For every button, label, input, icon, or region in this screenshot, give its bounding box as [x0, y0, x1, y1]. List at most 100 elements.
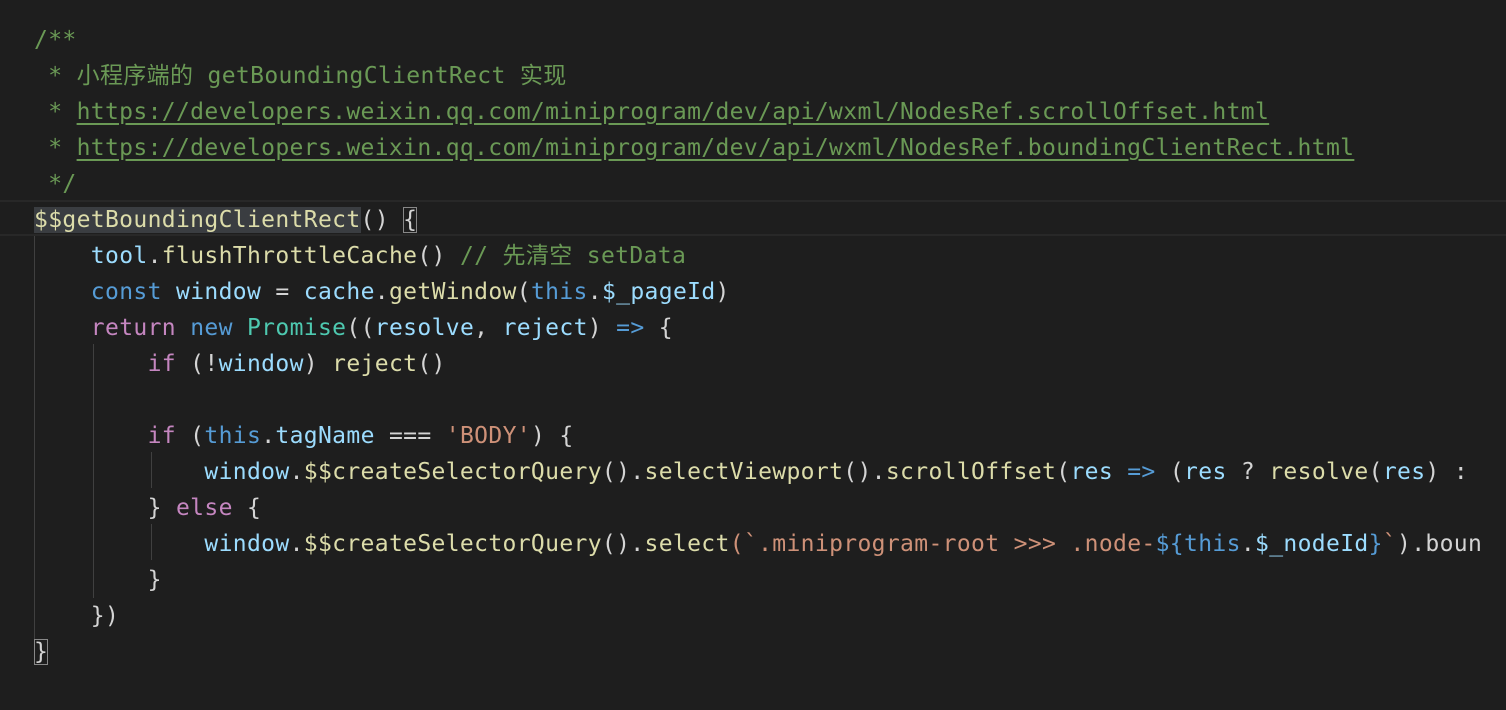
code-token: {: [403, 207, 418, 233]
code-line[interactable]: }: [34, 634, 49, 670]
code-token: res: [1070, 459, 1114, 485]
code-token: this: [530, 279, 588, 305]
code-token: reject: [332, 351, 418, 377]
code-token: *: [34, 99, 77, 125]
code-line[interactable]: window.$$createSelectorQuery().selectVie…: [34, 454, 1482, 490]
code-token: (): [360, 207, 404, 233]
code-token: scrollOffset: [885, 459, 1057, 485]
code-token: (: [1155, 459, 1185, 485]
code-token: this: [204, 423, 262, 449]
code-token: new: [190, 315, 233, 341]
code-editor[interactable]: /** * 小程序端的 getBoundingClientRect 实现 * h…: [0, 0, 1506, 710]
code-token: (: [1368, 459, 1383, 485]
code-token: window: [176, 279, 262, 305]
code-token: $_pageId: [601, 279, 716, 305]
code-token: }: [34, 639, 49, 665]
code-token: /**: [34, 27, 77, 53]
code-token: (`.miniprogram-root >>> .node-: [729, 531, 1156, 557]
code-token: if: [147, 351, 176, 377]
code-token: .: [289, 531, 304, 557]
code-line[interactable]: tool.flushThrottleCache() // 先清空 setData: [34, 238, 686, 274]
code-token: }: [147, 567, 162, 593]
code-token: getWindow: [388, 279, 517, 305]
code-token: */: [34, 171, 77, 197]
code-token: (): [417, 243, 460, 269]
code-token: ): [715, 279, 730, 305]
code-token: }: [1368, 531, 1383, 557]
code-line[interactable]: * https://developers.weixin.qq.com/minip…: [34, 130, 1354, 166]
code-token: 'BODY': [445, 423, 531, 449]
code-line[interactable]: window.$$createSelectorQuery().select(`.…: [34, 526, 1482, 562]
code-token: .: [374, 279, 389, 305]
code-token: ().: [601, 531, 645, 557]
code-token: tagName: [275, 423, 375, 449]
code-token: flushThrottleCache: [161, 243, 418, 269]
code-token: .: [261, 423, 276, 449]
code-token: tool: [90, 243, 148, 269]
code-token: }: [147, 495, 162, 521]
code-token: `: [1382, 531, 1397, 557]
code-token: .: [1240, 531, 1256, 557]
code-token: window: [218, 351, 304, 377]
code-token: cache: [303, 279, 375, 305]
code-token: ().: [601, 459, 645, 485]
code-token: .: [147, 243, 162, 269]
code-token: res: [1184, 459, 1227, 485]
code-line[interactable]: }: [34, 562, 162, 598]
code-line[interactable]: * 小程序端的 getBoundingClientRect 实现: [34, 58, 567, 94]
code-token: return: [90, 315, 176, 341]
code-token: selectViewport: [644, 459, 844, 485]
code-line[interactable]: /**: [34, 22, 77, 58]
code-token: (: [1056, 459, 1071, 485]
code-token: {: [232, 495, 262, 521]
code-token: window: [204, 459, 290, 485]
code-token: const: [90, 279, 162, 305]
code-token: ) :: [1425, 459, 1483, 485]
code-token: reject: [502, 315, 588, 341]
code-token: (): [417, 351, 446, 377]
code-line[interactable]: const window = cache.getWindow(this.$_pa…: [34, 274, 730, 310]
code-token: }): [90, 603, 120, 629]
code-token: else: [175, 495, 233, 521]
code-line[interactable]: $$getBoundingClientRect() {: [34, 202, 418, 238]
code-token: res: [1382, 459, 1426, 485]
code-link[interactable]: https://developers.weixin.qq.com/minipro…: [77, 135, 1355, 161]
code-token: ): [587, 315, 617, 341]
code-token: $$getBoundingClientRect: [34, 207, 361, 233]
code-token: ${: [1155, 531, 1185, 557]
code-token: (: [516, 279, 531, 305]
code-token: ).boun: [1397, 531, 1483, 557]
code-line[interactable]: if (this.tagName === 'BODY') {: [34, 418, 574, 454]
code-line[interactable]: */: [34, 166, 77, 202]
code-link[interactable]: https://developers.weixin.qq.com/minipro…: [77, 99, 1270, 125]
code-line[interactable]: }): [34, 598, 119, 634]
code-token: ) {: [530, 423, 574, 449]
code-token: *: [34, 135, 77, 161]
code-line[interactable]: return new Promise((resolve, reject) => …: [34, 310, 673, 346]
code-line[interactable]: } else {: [34, 490, 261, 526]
code-token: if: [147, 423, 176, 449]
code-token: $$createSelectorQuery: [303, 531, 602, 557]
code-token: ().: [843, 459, 886, 485]
code-token: * 小程序端的 getBoundingClientRect 实现: [34, 63, 567, 89]
code-token: ?: [1226, 459, 1270, 485]
code-token: .: [587, 279, 602, 305]
code-token: ): [303, 351, 333, 377]
code-line[interactable]: if (!window) reject(): [34, 346, 446, 382]
code-line[interactable]: * https://developers.weixin.qq.com/minip…: [34, 94, 1269, 130]
code-token: // 先清空 setData: [459, 243, 687, 269]
code-token: $$createSelectorQuery: [303, 459, 602, 485]
code-token: resolve: [1269, 459, 1369, 485]
code-token: window: [204, 531, 290, 557]
code-token: =>: [616, 315, 645, 341]
